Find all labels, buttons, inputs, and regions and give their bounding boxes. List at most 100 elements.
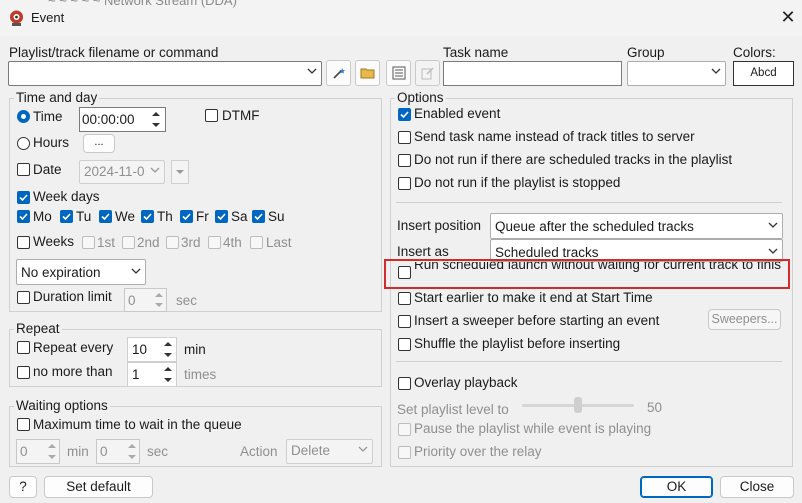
wand-icon <box>332 68 345 79</box>
action-combo[interactable]: Delete <box>286 439 373 464</box>
day-label-su: Su <box>268 209 285 224</box>
max-wait-checkbox[interactable] <box>17 418 30 431</box>
pause-playlist-checkbox[interactable] <box>398 423 411 436</box>
time-radio[interactable] <box>17 110 30 123</box>
day-checkbox-mo[interactable] <box>17 210 30 223</box>
hours-radio[interactable] <box>17 137 30 150</box>
enabled-event-checkbox[interactable] <box>398 108 411 121</box>
options-separator-2 <box>396 361 782 362</box>
edit-icon <box>421 67 434 80</box>
ok-button[interactable]: OK <box>640 476 713 498</box>
spin-down-icon <box>150 300 167 311</box>
no-more-than-spinner[interactable] <box>159 363 176 386</box>
weeks-checkbox[interactable] <box>17 236 30 249</box>
day-label-sa: Sa <box>231 209 248 224</box>
date-label: Date <box>33 162 62 177</box>
duration-spinner[interactable] <box>150 289 167 311</box>
day-checkbox-fr[interactable] <box>180 210 193 223</box>
task-name-input[interactable] <box>443 61 622 86</box>
no-run-scheduled-checkbox[interactable] <box>398 154 411 167</box>
day-checkbox-su[interactable] <box>252 210 265 223</box>
level-slider-thumb[interactable] <box>574 397 582 413</box>
week-checkbox-4th[interactable] <box>208 236 221 249</box>
duration-unit: sec <box>176 293 198 308</box>
week-checkbox-1st[interactable] <box>82 236 95 249</box>
no-run-stopped-label: Do not run if the playlist is stopped <box>414 175 621 190</box>
shuffle-label: Shuffle the playlist before inserting <box>414 336 621 351</box>
wait-sec-spinner[interactable] <box>123 440 140 463</box>
chevron-down-icon <box>768 218 778 232</box>
time-value: 00:00:00 <box>82 112 135 127</box>
week-days-checkbox[interactable] <box>17 191 30 204</box>
colors-label: Colors: <box>733 45 776 60</box>
day-checkbox-we[interactable] <box>99 210 112 223</box>
wait-min-spinner[interactable] <box>43 440 60 463</box>
chevron-down-icon <box>131 264 141 278</box>
no-more-than-unit: times <box>184 367 217 382</box>
insert-position-value: Queue after the scheduled tracks <box>495 219 694 234</box>
repeat-every-checkbox[interactable] <box>17 341 30 354</box>
hours-button[interactable]: ... <box>83 134 115 153</box>
expiration-combo[interactable]: No expiration <box>16 259 146 285</box>
list-icon <box>392 66 405 80</box>
send-task-name-checkbox[interactable] <box>398 131 411 144</box>
week-checkbox-3rd[interactable] <box>166 236 179 249</box>
wait-min-value: 0 <box>20 444 28 459</box>
close-button[interactable]: Close <box>720 476 794 498</box>
playlist-combo[interactable] <box>8 61 322 86</box>
priority-relay-checkbox[interactable] <box>398 446 411 459</box>
spin-down-icon <box>43 452 60 464</box>
date-picker[interactable]: 2024-11-0 <box>79 160 165 184</box>
wait-sec-value: 0 <box>100 444 108 459</box>
no-run-stopped-checkbox[interactable] <box>398 177 411 190</box>
dtmf-checkbox[interactable] <box>205 109 218 122</box>
repeat-every-value: 10 <box>132 342 148 357</box>
edit-disabled-button[interactable] <box>415 60 440 86</box>
week-checkbox-last[interactable] <box>250 236 263 249</box>
highlight-box <box>384 259 790 289</box>
spin-up-icon <box>159 338 176 350</box>
no-more-than-checkbox[interactable] <box>17 366 30 379</box>
date-dropdown-button[interactable] <box>171 160 189 184</box>
send-task-name-label: Send task name instead of track titles t… <box>414 129 695 144</box>
day-label-we: We <box>115 209 136 224</box>
set-level-label: Set playlist level to <box>397 402 509 417</box>
chevron-down-icon <box>358 442 368 456</box>
sweepers-button[interactable]: Sweepers... <box>708 309 781 330</box>
options-legend: Options <box>395 90 446 105</box>
chevron-down-icon <box>307 64 317 78</box>
day-checkbox-sa[interactable] <box>215 210 228 223</box>
open-folder-button[interactable] <box>355 60 380 86</box>
magic-wand-button[interactable] <box>326 60 351 86</box>
insert-position-combo[interactable]: Queue after the scheduled tracks <box>490 213 783 239</box>
day-checkbox-tu[interactable] <box>60 210 73 223</box>
spin-up-icon <box>147 108 164 120</box>
spin-down-icon <box>147 120 164 132</box>
time-spinner[interactable] <box>147 108 164 131</box>
expiration-value: No expiration <box>21 265 101 280</box>
week-checkbox-2nd[interactable] <box>122 236 135 249</box>
repeat-every-unit: min <box>184 342 206 357</box>
set-default-button[interactable]: Set default <box>44 476 153 498</box>
action-value: Delete <box>291 443 331 458</box>
overlay-playback-checkbox[interactable] <box>398 377 411 390</box>
close-window-button[interactable]: ✕ <box>778 6 798 28</box>
pause-playlist-label: Pause the playlist while event is playin… <box>414 421 652 436</box>
insert-position-label: Insert position <box>397 218 482 233</box>
list-editor-button[interactable] <box>386 60 411 86</box>
start-earlier-checkbox[interactable] <box>398 292 411 305</box>
weeks-label: Weeks <box>33 234 75 249</box>
color-sample-button[interactable]: Abcd <box>733 61 794 86</box>
repeat-every-spinner[interactable] <box>159 338 176 361</box>
date-checkbox[interactable] <box>17 163 30 176</box>
enabled-event-label: Enabled event <box>414 106 501 121</box>
shuffle-checkbox[interactable] <box>398 338 411 351</box>
chevron-down-icon <box>768 244 778 258</box>
duration-limit-checkbox[interactable] <box>17 291 30 304</box>
group-combo[interactable] <box>627 61 726 86</box>
help-button[interactable]: ? <box>9 476 37 498</box>
insert-sweeper-checkbox[interactable] <box>398 315 411 328</box>
day-checkbox-th[interactable] <box>141 210 154 223</box>
waiting-legend: Waiting options <box>14 398 110 413</box>
playlist-label: Playlist/track filename or command <box>9 45 219 60</box>
